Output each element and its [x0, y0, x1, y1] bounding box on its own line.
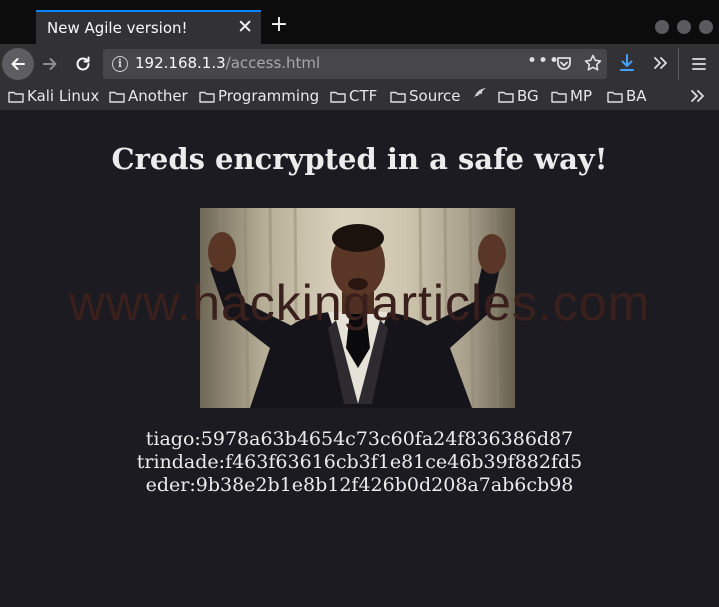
bookmark-label: Source — [409, 87, 461, 105]
toolbar-separator — [678, 48, 679, 80]
folder-icon — [498, 91, 514, 103]
dragon-icon — [474, 88, 486, 98]
page-heading: Creds encrypted in a safe way! — [111, 142, 608, 176]
credential-line: eder:9b38e2b1e8b12f426b0d208a7ab6cb98 — [145, 474, 574, 496]
tab-title: New Agile version! — [47, 19, 188, 37]
forward-button[interactable] — [39, 53, 61, 75]
toolbar-overflow-icon[interactable] — [651, 53, 669, 73]
folder-icon — [199, 91, 215, 103]
bookmarks-overflow-icon[interactable] — [688, 87, 706, 105]
bookmarks-toolbar: Kali Linux Another Programming CTF Source BG M… — [0, 84, 719, 110]
reload-button[interactable] — [72, 53, 94, 75]
reload-icon — [76, 56, 90, 71]
bookmark-item[interactable]: Kali Linux — [8, 87, 99, 105]
pocket-icon[interactable] — [555, 55, 573, 73]
address-bar[interactable]: i 192.168.1.3/access.html ••• — [103, 49, 607, 79]
bookmark-label: Another — [128, 87, 188, 105]
url-text[interactable]: 192.168.1.3/access.html — [135, 54, 320, 72]
tab-strip: New Agile version! ✕ + — [0, 0, 719, 44]
bookmark-label: CTF — [349, 87, 378, 105]
url-host: 192.168.1.3 — [135, 54, 226, 72]
navigation-toolbar: i 192.168.1.3/access.html ••• — [0, 44, 719, 84]
browser-tab-active[interactable]: New Agile version! ✕ — [36, 10, 261, 44]
credential-line: trindade:f463f63616cb3f1e81ce46b39f882fd… — [136, 451, 583, 473]
credential-line: tiago:5978a63b4654c73c60fa24f836386d87 — [145, 428, 574, 450]
bookmark-item[interactable]: BG — [498, 87, 539, 105]
folder-icon — [390, 91, 406, 103]
minimize-button[interactable] — [655, 20, 669, 34]
bookmark-label: BG — [517, 87, 539, 105]
folder-icon — [607, 91, 623, 103]
maximize-button[interactable] — [677, 20, 691, 34]
bookmark-label: BA — [626, 87, 647, 105]
folder-icon — [330, 91, 346, 103]
bookmark-item[interactable]: BA — [607, 87, 647, 105]
bookmark-item[interactable]: CTF — [330, 87, 377, 105]
bookmark-label: Programming — [218, 87, 320, 105]
bookmark-item[interactable]: Programming — [199, 87, 319, 105]
folder-icon — [109, 91, 125, 103]
bookmark-item[interactable]: Source — [390, 87, 461, 105]
bookmark-item[interactable]: MP — [551, 87, 592, 105]
url-path: /access.html — [225, 54, 321, 72]
site-info-icon[interactable]: i — [112, 56, 128, 72]
bookmark-star-icon[interactable] — [583, 53, 603, 73]
credentials-block: tiago:5978a63b4654c73c60fa24f836386d87 t… — [0, 428, 719, 497]
bookmark-item[interactable] — [472, 87, 491, 100]
folder-icon — [551, 91, 567, 103]
hamburger-menu-icon[interactable] — [690, 55, 708, 73]
watermark-text: www.hackingarticles.com — [68, 275, 651, 331]
forward-arrow-icon — [43, 58, 57, 70]
download-icon[interactable] — [618, 53, 636, 73]
page-content: Creds encrypted in a safe way! www.hacki… — [0, 110, 719, 607]
new-tab-button[interactable]: + — [268, 12, 290, 38]
folder-icon — [8, 91, 24, 103]
back-arrow-icon — [11, 58, 25, 70]
bookmark-item[interactable]: Another — [109, 87, 188, 105]
back-button[interactable] — [2, 48, 34, 80]
close-window-button[interactable] — [699, 20, 713, 34]
tab-close-icon[interactable]: ✕ — [237, 16, 253, 38]
window-controls — [655, 20, 713, 34]
bookmark-label: Kali Linux — [27, 87, 100, 105]
bookmark-label: MP — [570, 87, 592, 105]
